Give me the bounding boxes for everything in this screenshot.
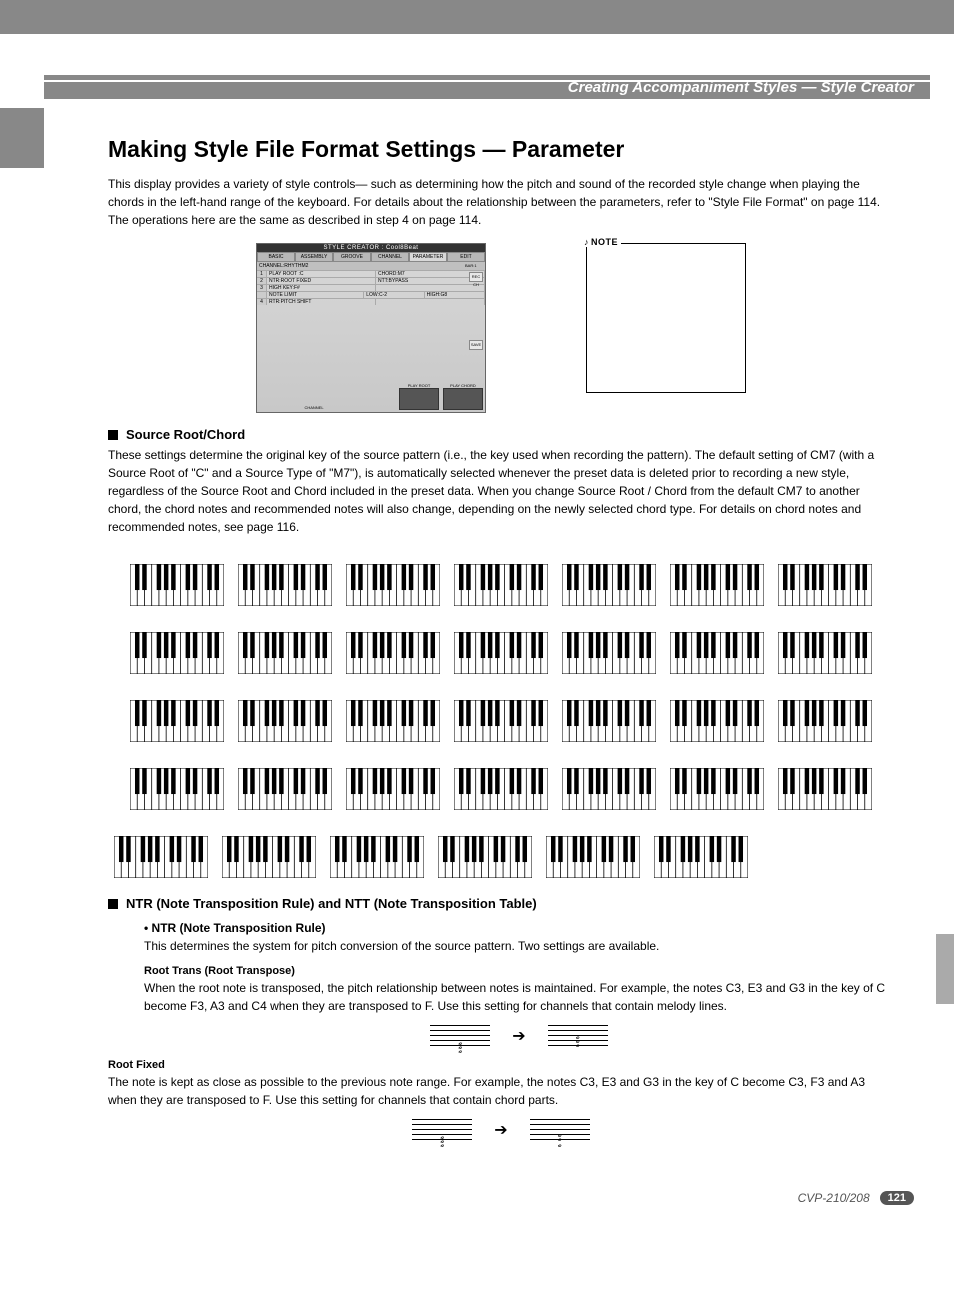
- keyboard-diagram: [346, 692, 440, 742]
- note-badge: ♪NOTE: [581, 237, 621, 247]
- root-fixed-heading: Root Fixed: [108, 1059, 894, 1071]
- keyboard-diagram: [438, 828, 532, 878]
- root-trans-notation: 𝅗𝅗𝅗 ➔ 𝅗𝅗𝅗: [144, 1023, 894, 1049]
- root-trans-body: When the root note is transposed, the pi…: [144, 979, 894, 1015]
- play-chord-dropdown: [443, 388, 483, 410]
- keyboard-diagram: [562, 556, 656, 606]
- keyboard-diagram: [238, 692, 332, 742]
- keyboard-row: [108, 692, 894, 742]
- staff-after: 𝅗𝅗𝅗: [548, 1023, 608, 1049]
- keyboard-diagram: [562, 624, 656, 674]
- save-button: SAVE: [469, 340, 483, 350]
- tab-channel: CHANNEL: [371, 252, 409, 262]
- keyboard-diagram: [346, 556, 440, 606]
- screenshot-tabs: BASIC ASSEMBLY GROOVE CHANNEL PARAMETER …: [257, 252, 485, 262]
- keyboard-diagram: [346, 624, 440, 674]
- tab-basic: BASIC: [257, 252, 295, 262]
- ntr-ntt-heading: NTR (Note Transposition Rule) and NTT (N…: [126, 896, 537, 911]
- ntr-sub-body: This determines the system for pitch con…: [144, 937, 894, 955]
- staff-before: 𝅗𝅗𝅗: [412, 1117, 472, 1143]
- note-box: ♪NOTE: [586, 243, 746, 393]
- section-header-band: Creating Accompaniment Styles — Style Cr…: [44, 74, 930, 100]
- keyboard-diagram: [670, 760, 764, 810]
- top-gray-band: [0, 0, 954, 34]
- breadcrumb: Creating Accompaniment Styles — Style Cr…: [568, 79, 914, 96]
- keyboard-diagram: [454, 556, 548, 606]
- keyboard-diagram: [238, 760, 332, 810]
- screenshot-title: STYLE CREATOR : Cool8Beat: [257, 244, 485, 252]
- root-fixed-notation: 𝅗𝅗𝅗 ➔ 𝅗𝅗𝅗: [108, 1117, 894, 1143]
- music-note-icon: ♪: [584, 237, 589, 247]
- tab-parameter: PARAMETER: [409, 252, 447, 262]
- model-label: CVP-210/208: [798, 1191, 870, 1205]
- keyboard-diagram: [130, 692, 224, 742]
- root-trans-heading: Root Trans (Root Transpose): [144, 965, 894, 977]
- keyboard-diagram: [114, 828, 208, 878]
- staff-before: 𝅗𝅗𝅗: [430, 1023, 490, 1049]
- keyboard-row: [108, 624, 894, 674]
- keyboard-diagram: [130, 760, 224, 810]
- rec-ch-button: REC CH: [469, 272, 483, 282]
- keyboard-diagram: [130, 556, 224, 606]
- staff-after: 𝅗𝅗𝅗: [530, 1117, 590, 1143]
- keyboard-diagram: [778, 692, 872, 742]
- keyboard-diagram: [238, 556, 332, 606]
- tab-groove: GROOVE: [333, 252, 371, 262]
- keyboard-diagram: [562, 692, 656, 742]
- keyboard-row: [108, 556, 894, 606]
- keyboard-diagram: [330, 828, 424, 878]
- arrow-right-icon: ➔: [512, 1026, 525, 1046]
- keyboard-diagram: [654, 828, 748, 878]
- keyboard-diagram-grid: [108, 556, 894, 878]
- arrow-right-icon: ➔: [494, 1120, 507, 1140]
- keyboard-row: [108, 760, 894, 810]
- ntr-subheading: • NTR (Note Transposition Rule): [144, 921, 894, 935]
- keyboard-diagram: [346, 760, 440, 810]
- intro-paragraph: This display provides a variety of style…: [108, 175, 894, 229]
- keyboard-diagram: [778, 556, 872, 606]
- play-root-dropdown: [399, 388, 439, 410]
- square-bullet-icon: [108, 899, 118, 909]
- side-tab-marker: [936, 934, 954, 1004]
- screenshot-subheader: CHANNEL:RHYTHM2: [257, 262, 463, 270]
- keyboard-diagram: [130, 624, 224, 674]
- channel-label: CHANNEL: [259, 405, 369, 410]
- keyboard-diagram: [670, 556, 764, 606]
- square-bullet-icon: [108, 430, 118, 440]
- keyboard-diagram: [546, 828, 640, 878]
- keyboard-diagram: [562, 760, 656, 810]
- source-root-chord-heading: Source Root/Chord: [126, 427, 245, 442]
- page-title: Making Style File Format Settings — Para…: [108, 136, 894, 163]
- keyboard-diagram: [454, 624, 548, 674]
- keyboard-diagram: [670, 692, 764, 742]
- page-footer: CVP-210/208 121: [0, 1181, 954, 1229]
- keyboard-diagram: [454, 760, 548, 810]
- keyboard-diagram: [778, 760, 872, 810]
- keyboard-diagram: [778, 624, 872, 674]
- keyboard-diagram: [454, 692, 548, 742]
- tab-assembly: ASSEMBLY: [295, 252, 333, 262]
- keyboard-diagram: [238, 624, 332, 674]
- keyboard-diagram: [222, 828, 316, 878]
- root-fixed-body: The note is kept as close as possible to…: [108, 1073, 894, 1109]
- keyboard-row: [108, 828, 894, 878]
- tab-edit: EDIT: [447, 252, 485, 262]
- bar-indicator: BAR:1: [463, 262, 485, 270]
- left-gray-band: [0, 108, 44, 168]
- keyboard-diagram: [670, 624, 764, 674]
- page-number: 121: [880, 1191, 914, 1205]
- style-creator-screenshot: STYLE CREATOR : Cool8Beat BASIC ASSEMBLY…: [256, 243, 486, 413]
- source-root-chord-body: These settings determine the original ke…: [108, 446, 894, 536]
